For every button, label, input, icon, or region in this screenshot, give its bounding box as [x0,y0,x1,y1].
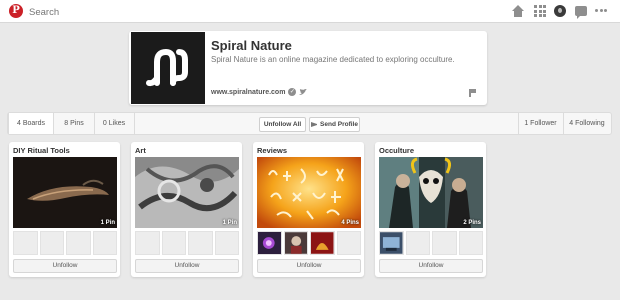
board-cover-image[interactable]: 1 Pin [13,157,117,228]
home-icon[interactable] [512,5,524,17]
stats-divider [134,113,135,134]
thumbnail-placeholder [432,231,457,255]
profile-card: Spiral Nature Spiral Nature is an online… [129,31,487,105]
send-profile-label: Send Profile [320,121,358,128]
thumbnail-placeholder [336,231,361,255]
unfollow-button[interactable]: Unfollow [257,259,361,273]
twitter-icon[interactable] [299,88,308,96]
message-icon[interactable] [575,6,587,19]
pin-count: 1 Pin [222,220,237,226]
boards-tab[interactable]: 4 Boards [8,113,54,134]
unfollow-button[interactable]: Unfollow [13,259,117,273]
thumbnail-placeholder [214,231,239,255]
website-link[interactable]: www.spiralnature.com [211,89,285,96]
thumbnail-placeholder [66,231,91,255]
board-title[interactable]: Reviews [257,146,287,155]
board-title[interactable]: DIY Ritual Tools [13,146,70,155]
avatar-icon[interactable] [554,5,566,17]
board-card[interactable]: Reviews 4 Pins Unfollow [253,142,364,277]
board-thumbnails [379,231,483,255]
board-cover-image[interactable]: 2 Pins [379,157,483,228]
likes-tab[interactable]: 0 Likes [94,113,134,134]
pinterest-logo-icon[interactable]: P [9,4,23,18]
thumbnail-image[interactable] [257,231,282,255]
search-input[interactable] [29,6,229,18]
board-title[interactable]: Art [135,146,146,155]
pins-tab[interactable]: 8 Pins [54,113,94,134]
board-cover-image[interactable]: 1 Pin [135,157,239,228]
thumbnail-placeholder [188,231,213,255]
flag-icon[interactable] [469,89,476,97]
thumbnail-image[interactable] [379,231,404,255]
verified-icon: ✓ [288,88,297,96]
board-card[interactable]: Occulture 2 Pins Unfollow [375,142,486,277]
board-cover-image[interactable]: 4 Pins [257,157,361,228]
pin-count: 2 Pins [463,220,481,226]
more-icon[interactable] [595,9,607,12]
send-icon [311,121,318,127]
thumbnail-placeholder [458,231,483,255]
profile-description: Spiral Nature is an online magazine dedi… [211,55,455,64]
pin-count: 4 Pins [341,220,359,226]
profile-links: www.spiralnature.com ✓ [211,88,308,96]
thumbnail-placeholder [161,231,186,255]
thumbnail-image[interactable] [283,231,308,255]
board-thumbnails [135,231,239,255]
unfollow-button[interactable]: Unfollow [135,259,239,273]
board-thumbnails [257,231,361,255]
board-thumbnails [13,231,117,255]
thumbnail-placeholder [405,231,430,255]
unfollow-button[interactable]: Unfollow [379,259,483,273]
profile-logo-image [131,32,205,104]
board-card[interactable]: Art 1 Pin Unfollow [131,142,242,277]
profile-stats-bar: 4 Boards 8 Pins 0 Likes Unfollow All Sen… [7,112,612,135]
board-title[interactable]: Occulture [379,146,414,155]
thumbnail-placeholder [39,231,64,255]
pin-count: 1 Pin [100,220,115,226]
send-profile-button[interactable]: Send Profile [309,117,360,132]
grid-icon[interactable] [534,5,546,17]
top-bar: P [0,0,620,23]
unfollow-all-button[interactable]: Unfollow All [259,117,306,132]
followers-tab[interactable]: 1 Follower [518,113,563,134]
thumbnail-placeholder [92,231,117,255]
following-tab[interactable]: 4 Following [563,113,611,134]
profile-name: Spiral Nature [211,38,292,53]
board-card[interactable]: DIY Ritual Tools 1 Pin Unfollow [9,142,120,277]
thumbnail-placeholder [135,231,160,255]
thumbnail-image[interactable] [310,231,335,255]
thumbnail-placeholder [13,231,38,255]
